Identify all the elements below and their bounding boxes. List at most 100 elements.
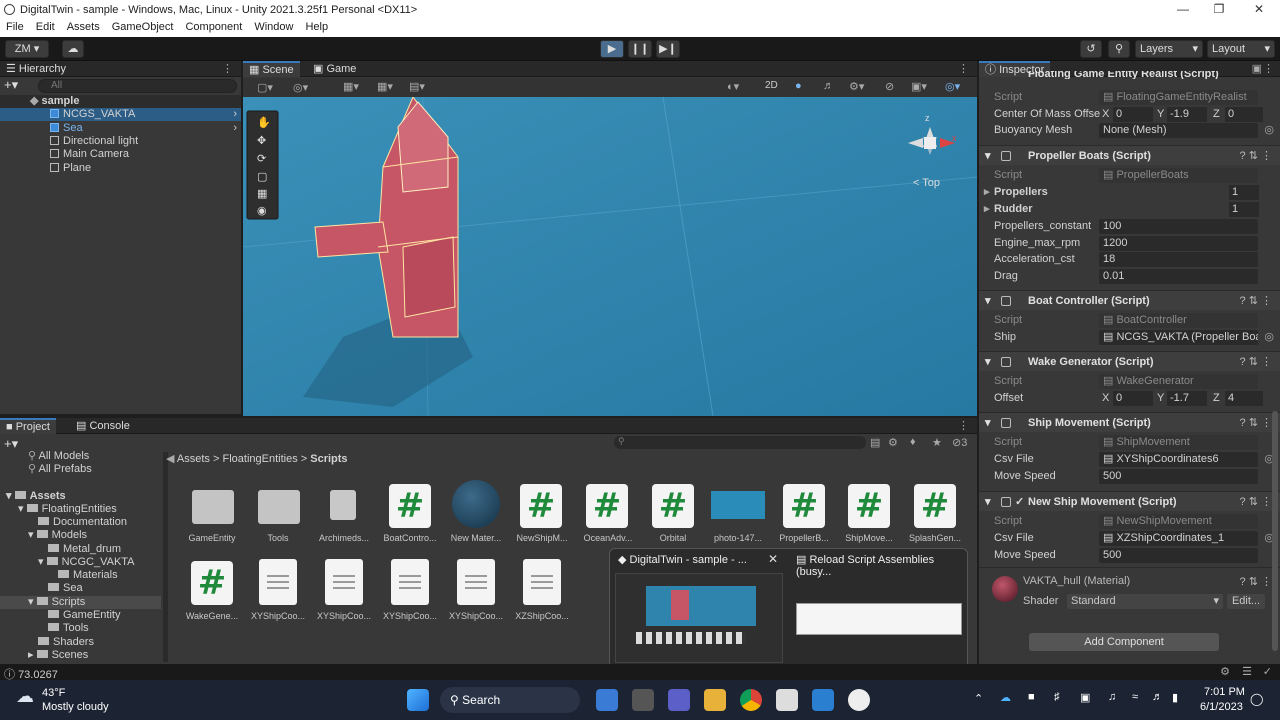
script-icon[interactable]: #: [848, 484, 890, 528]
favorite-all-prefabs[interactable]: ⚲ All Prefabs: [28, 463, 92, 476]
script-icon[interactable]: #: [389, 484, 431, 528]
task-view-icon[interactable]: [632, 689, 654, 711]
breadcrumb-scripts[interactable]: Scripts: [310, 453, 347, 465]
script-field[interactable]: ▤ FloatingGameEntityRealist: [1099, 90, 1258, 105]
draw-mode-icon[interactable]: ▢▾: [257, 81, 273, 94]
breadcrumb-floatingentities[interactable]: FloatingEntities: [222, 453, 297, 465]
lock-icon[interactable]: ▣: [1252, 62, 1262, 75]
increment-snap-icon[interactable]: ▤▾: [409, 80, 425, 93]
com-z-input[interactable]: 0: [1225, 107, 1263, 122]
ship-object-field[interactable]: ▤ NCGS_VAKTA (Propeller Boat: [1099, 330, 1258, 345]
volume-icon[interactable]: ♬: [1152, 691, 1163, 703]
drag-input[interactable]: 0.01: [1099, 269, 1258, 284]
text-file-icon[interactable]: [523, 559, 561, 605]
component-settings-icons[interactable]: ? ⇅ ⋮: [1240, 146, 1272, 166]
history-icon[interactable]: ↺: [1080, 40, 1102, 58]
reload-progress-thumbnail[interactable]: [796, 603, 962, 635]
scene-menu-icon[interactable]: ⋮: [958, 62, 969, 75]
account-button[interactable]: ZM ▾: [5, 40, 49, 58]
csv-file-field[interactable]: ▤ XZShipCoordinates_1: [1099, 531, 1258, 546]
hierarchy-item-plane[interactable]: Plane: [0, 162, 91, 175]
propeller-component-header[interactable]: ▾ Propeller Boats (Script) ? ⇅ ⋮: [979, 145, 1280, 165]
script-field[interactable]: ▤ PropellerBoats: [1099, 168, 1258, 183]
menu-file[interactable]: File: [0, 19, 30, 33]
offset-x-input[interactable]: 0: [1113, 391, 1153, 406]
com-y-input[interactable]: -1.9: [1167, 107, 1207, 122]
tree-assets[interactable]: ▾ Assets: [6, 490, 66, 503]
create-asset-button[interactable]: +▾: [4, 436, 18, 452]
tray-icon[interactable]: ■: [1028, 691, 1035, 703]
maximize-icon[interactable]: ❐: [1204, 2, 1234, 17]
bluetooth-icon[interactable]: ♯: [1054, 691, 1060, 703]
tree-tools[interactable]: Tools: [48, 622, 89, 635]
favorite-star-icon[interactable]: ★: [932, 436, 942, 449]
script-icon[interactable]: #: [586, 484, 628, 528]
script-field[interactable]: ▤ BoatController: [1099, 313, 1258, 328]
shader-dropdown[interactable]: Standard ▾: [1067, 594, 1223, 609]
text-file-icon[interactable]: [457, 559, 495, 605]
favorite-all-models[interactable]: ⚲ All Models: [28, 450, 89, 463]
notifications-icon[interactable]: ◯: [1250, 692, 1263, 706]
ship-movement-header[interactable]: ▾ Ship Movement (Script) ? ⇅ ⋮: [979, 412, 1280, 432]
script-icon[interactable]: #: [191, 561, 233, 605]
hierarchy-item-light[interactable]: Directional light: [0, 135, 138, 148]
tree-gameentity[interactable]: GameEntity: [48, 609, 120, 622]
menu-edit[interactable]: Edit: [30, 19, 61, 33]
layers-dropdown[interactable]: Layers ▾: [1135, 40, 1203, 58]
floating-component-title[interactable]: Floating Game Entity Realist (Script): [1028, 71, 1219, 79]
weather-temp[interactable]: 43°F: [42, 687, 65, 699]
search-icon[interactable]: ⚲: [1108, 40, 1130, 58]
folder-icon[interactable]: [258, 490, 300, 524]
tray-chevron-icon[interactable]: ⌃: [974, 692, 983, 705]
layout-dropdown[interactable]: Layout ▾: [1207, 40, 1275, 58]
offset-z-input[interactable]: 4: [1225, 391, 1263, 406]
tree-floatingentities[interactable]: ▾ FloatingEntities: [18, 503, 117, 516]
tree-materials[interactable]: Materials: [58, 569, 118, 582]
menu-component[interactable]: Component: [179, 19, 248, 33]
tree-documentation[interactable]: Documentation: [38, 516, 127, 529]
menu-help[interactable]: Help: [299, 19, 334, 33]
hierarchy-item-camera[interactable]: Main Camera: [0, 148, 129, 161]
script-field[interactable]: ▤ WakeGenerator: [1099, 374, 1258, 389]
material-sphere-icon[interactable]: [452, 480, 500, 528]
hierarchy-item-scene[interactable]: ◆ sample: [0, 95, 241, 108]
grid-icon[interactable]: ▦▾: [343, 80, 359, 93]
collab-icon[interactable]: ✓: [1263, 665, 1272, 678]
object-picker-icon[interactable]: ◎: [1264, 329, 1274, 346]
script-field[interactable]: ▤ ShipMovement: [1099, 435, 1258, 450]
debug-icon[interactable]: ⚙: [1220, 665, 1230, 678]
rudder-row[interactable]: ▸ Rudder 1: [979, 201, 1280, 218]
object-picker-icon[interactable]: ◎: [1264, 122, 1274, 139]
tab-console[interactable]: ▤ Console: [70, 418, 136, 434]
tree-models[interactable]: ▾ Models: [28, 529, 87, 542]
windows-start-icon[interactable]: [407, 689, 429, 711]
pause-button[interactable]: ❙❙: [628, 40, 652, 58]
shader-edit-button[interactable]: Edit...: [1227, 594, 1265, 609]
tab-scene[interactable]: ▦ Scene: [243, 61, 300, 77]
tree-metal-drum[interactable]: Metal_drum: [48, 543, 121, 556]
text-file-icon[interactable]: [391, 559, 429, 605]
tag-icon[interactable]: ♦: [910, 436, 916, 448]
filter-type-icon[interactable]: ▤: [870, 436, 880, 449]
effects-icon[interactable]: ⚙▾: [849, 80, 864, 93]
propellers-row[interactable]: ▸ Propellers 1: [979, 184, 1280, 201]
offset-y-input[interactable]: -1.7: [1167, 391, 1207, 406]
camera-icon[interactable]: ▣▾: [911, 80, 927, 93]
rudder-size-input[interactable]: 1: [1229, 202, 1259, 217]
tree-ncgc-vakta[interactable]: ▾ NCGC_VAKTA: [38, 556, 135, 569]
shading-icon[interactable]: ◐▾: [727, 80, 739, 93]
tab-game[interactable]: ▣ Game: [307, 61, 362, 77]
script-field[interactable]: ▤ NewShipMovement: [1099, 514, 1258, 529]
project-search-input[interactable]: ⚲: [614, 436, 866, 449]
cloud-icon[interactable]: ☁: [62, 40, 84, 58]
gizmos-icon[interactable]: ◎▾: [945, 80, 960, 93]
model-icon[interactable]: [330, 490, 356, 520]
wake-generator-header[interactable]: ▾ Wake Generator (Script) ? ⇅ ⋮: [979, 351, 1280, 371]
minimize-icon[interactable]: —: [1168, 2, 1198, 17]
script-icon[interactable]: #: [652, 484, 694, 528]
add-object-button[interactable]: +▾: [4, 78, 22, 93]
script-icon[interactable]: #: [783, 484, 825, 528]
texture-thumbnail[interactable]: [711, 491, 765, 519]
wifi-icon[interactable]: ≈: [1132, 691, 1138, 703]
script-icon[interactable]: #: [914, 484, 956, 528]
